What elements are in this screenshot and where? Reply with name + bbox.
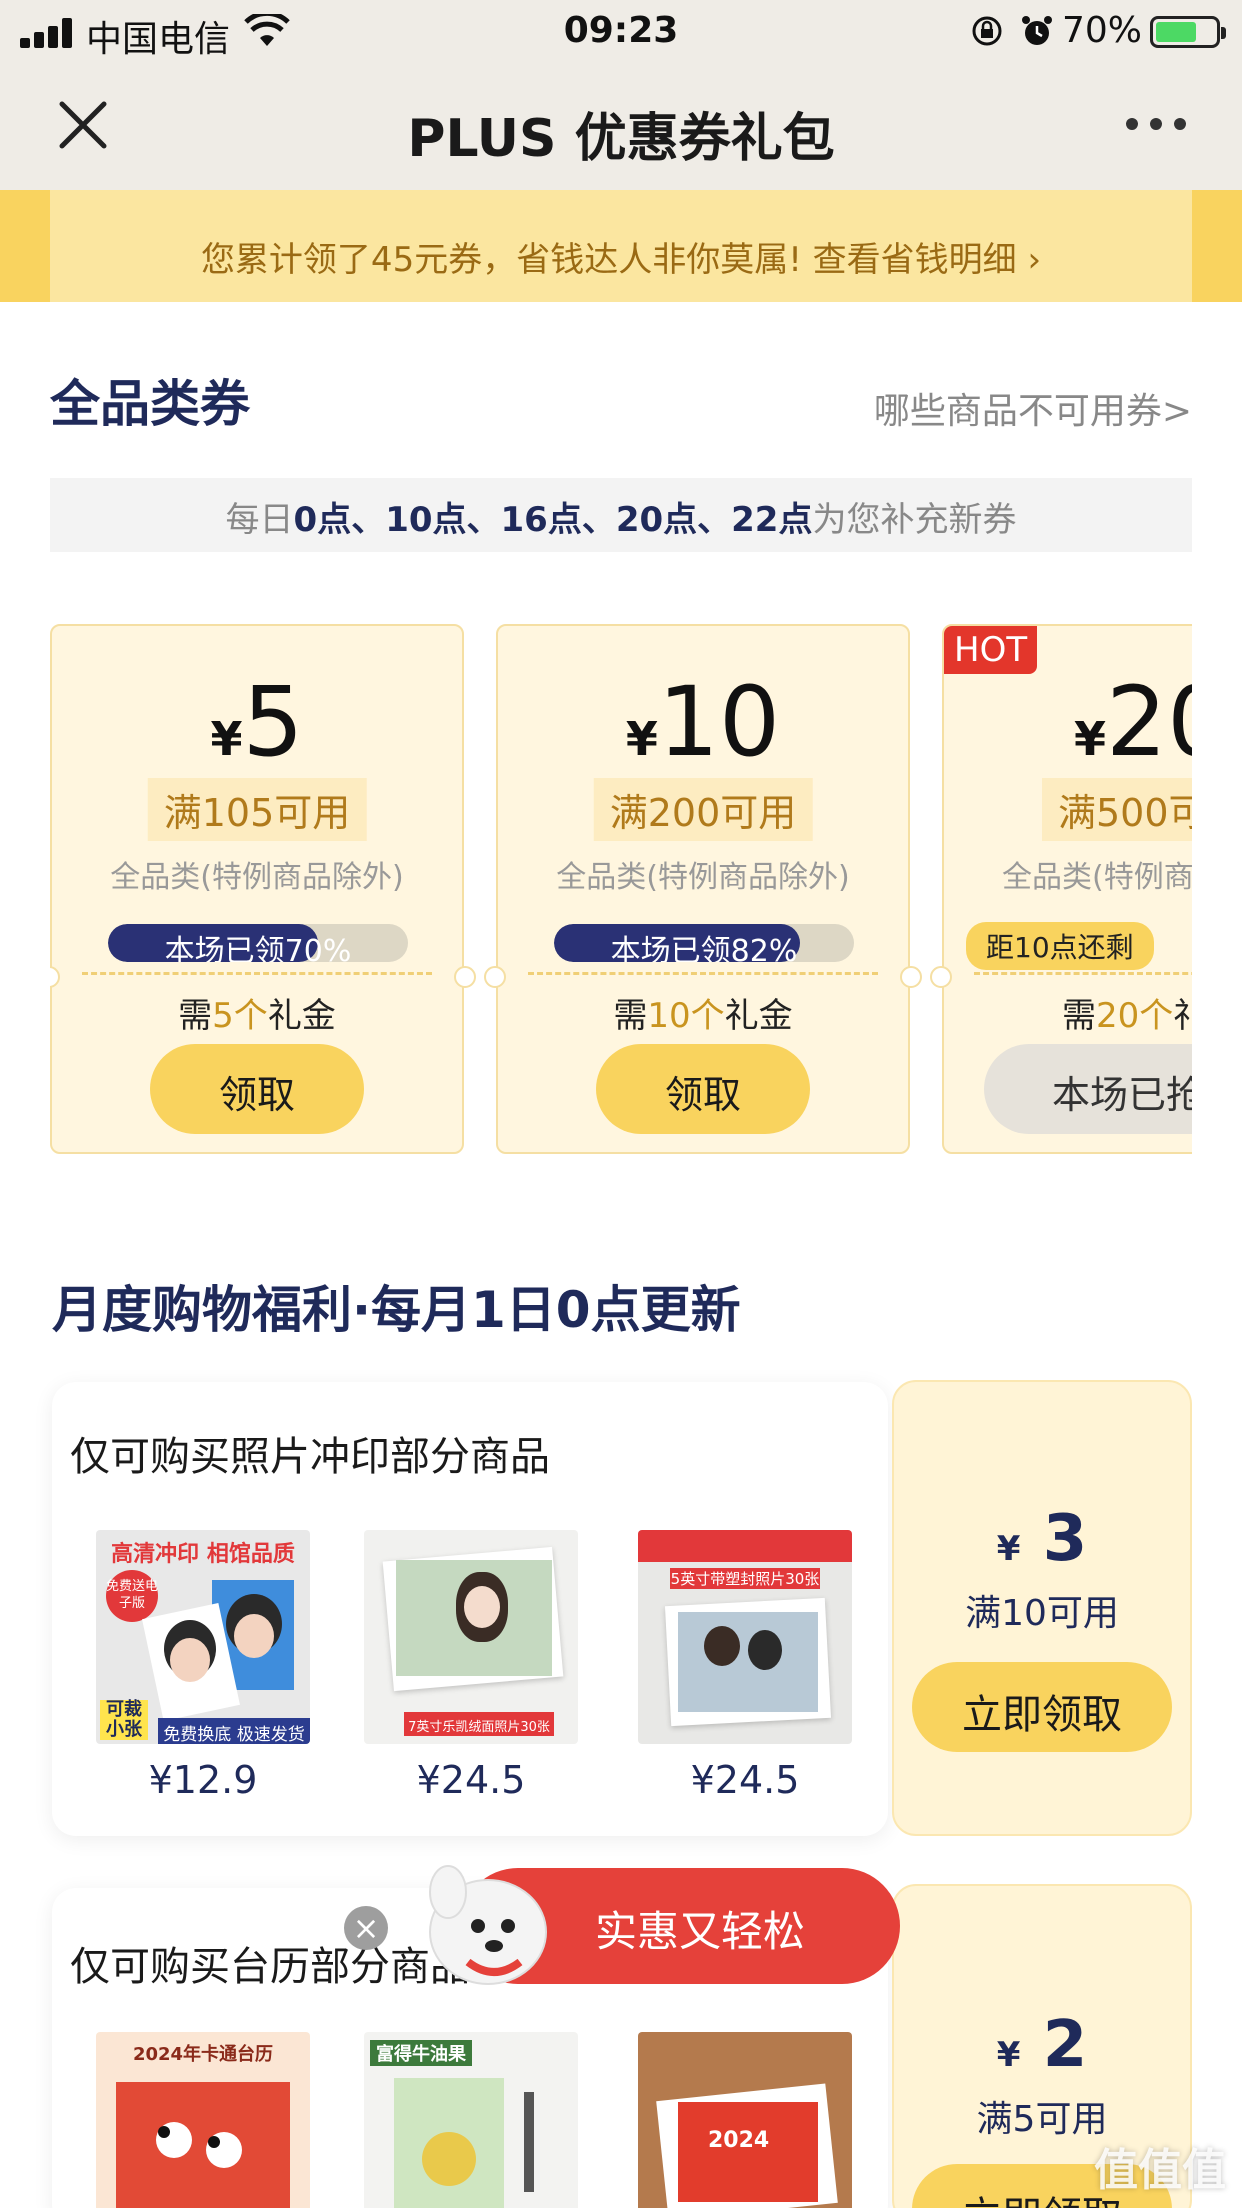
coupon-cost: 需10个礼金 (613, 996, 793, 1036)
product-item[interactable]: 2024 (638, 2032, 852, 2208)
refill-times: 0点、10点、16点、20点、22点 (293, 500, 813, 540)
coupon-amount: ¥ 3 (996, 1502, 1088, 1576)
rotation-lock-icon (972, 16, 1002, 46)
refill-suffix: 为您补充新券 (812, 500, 1017, 540)
countdown-badge: 距10点还剩 (966, 922, 1154, 970)
unavailable-products-link[interactable]: 哪些商品不可用券> (874, 382, 1192, 434)
product-image: 高清冲印 相馆品质 免费送电子版 可裁小张 免费换底 极速发货 (96, 1530, 310, 1744)
claim-button[interactable]: 领取 (150, 1044, 364, 1134)
sold-out-button[interactable]: 本场已抢 (984, 1044, 1192, 1134)
coupon-carousel[interactable]: ¥5 满105可用 全品类(特例商品除外) 本场已领70% 需5个礼金 领取 ¥… (50, 624, 1192, 1154)
section-title-monthly: 月度购物福利·每月1日0点更新 (52, 1281, 741, 1339)
claim-button[interactable]: 领取 (596, 1044, 810, 1134)
claimed-progress-bar: 本场已领70% (108, 924, 408, 962)
joy-dog-mascot-icon (429, 1865, 547, 1985)
coupon-amount: ¥10 (625, 666, 781, 778)
page-title: PLUS 优惠券礼包 (407, 109, 835, 169)
monthly-card-photo: 仅可购买照片冲印部分商品 高清冲印 相馆品质 免费送电子版 可裁小张 免费换底 … (52, 1382, 888, 1836)
status-bar: 中国电信 09:23 70% (0, 0, 1242, 62)
coupon-cost: 需5个礼金 (178, 996, 336, 1036)
product-price: ¥12.9 (148, 1758, 258, 1802)
coupon-scope: 全品类(特例商品除外) (110, 860, 404, 895)
savings-banner-text: 您累计领了45元券，省钱达人非你莫属! 查看省钱明细 › (50, 190, 1192, 302)
alarm-icon (1022, 16, 1052, 45)
claimed-progress-text: 本场已领82% (610, 934, 798, 962)
coupon-condition: 满105可用 (147, 778, 367, 841)
coupon-condition: 满500可 (1042, 778, 1192, 841)
claimed-progress-text: 本场已领70% (164, 934, 352, 962)
clock: 09:23 (563, 10, 679, 51)
coupon-scope: 全品类(特例商 (1002, 860, 1192, 895)
coupon-amount: ¥5 (210, 666, 304, 778)
coupon-scope: 全品类(特例商品除外) (556, 860, 850, 895)
product-item[interactable]: 富得牛油果 (364, 2032, 578, 2208)
card-title: 仅可购买照片冲印部分商品 (70, 1434, 550, 1480)
refill-prefix: 每日 (225, 500, 294, 540)
product-image: 2024 (638, 2032, 852, 2208)
savings-banner[interactable]: 您累计领了45元券，省钱达人非你莫属! 查看省钱明细 › (0, 190, 1242, 302)
product-image: 富得牛油果 (364, 2032, 578, 2208)
coupon-condition: 满200可用 (593, 778, 813, 841)
product-item[interactable]: 高清冲印 相馆品质 免费送电子版 可裁小张 免费换底 极速发货 ¥12.9 (96, 1530, 310, 1802)
promo-text: 实惠又轻松 (594, 1907, 805, 1956)
battery-icon (1150, 16, 1226, 48)
watermark: 值值值 (1094, 2145, 1226, 2196)
claim-now-button[interactable]: 立即领取 (912, 1662, 1172, 1752)
coupon-card: ¥10 满200可用 全品类(特例商品除外) 本场已领82% 需10个礼金 领取 (484, 624, 922, 1154)
coupon-card: ¥5 满105可用 全品类(特例商品除外) 本场已领70% 需5个礼金 领取 (50, 624, 476, 1154)
battery-percent: 70% (1061, 10, 1142, 51)
product-image: 5英寸带塑封照片30张 (638, 1530, 852, 1744)
claimed-progress-bar: 本场已领82% (554, 924, 854, 962)
promo-close-icon[interactable]: × (344, 1906, 388, 1950)
more-icon[interactable] (1126, 116, 1186, 132)
product-item[interactable]: 5英寸带塑封照片30张 ¥24.5 (638, 1530, 852, 1802)
coupon-condition: 满10可用 (965, 1593, 1119, 1634)
hot-badge: HOT (944, 626, 1038, 674)
coupon-amount: ¥ 2 (996, 2008, 1088, 2082)
coupon-card: HOT ¥20 满500可 全品类(特例商 距10点还剩 需20个礼 本场已抢 (930, 624, 1192, 1154)
product-price: ¥24.5 (690, 1758, 800, 1802)
top-bar: 中国电信 09:23 70% PLUS 优惠券礼包 (0, 0, 1242, 190)
product-price: ¥24.5 (416, 1758, 526, 1802)
product-item[interactable]: 2024年卡通台历 (96, 2032, 310, 2208)
monthly-coupon-photo: ¥ 3 满10可用 立即领取 (892, 1380, 1192, 1836)
coupon-amount: ¥20 (1074, 666, 1192, 778)
coupon-cost: 需20个礼 (1062, 996, 1192, 1036)
product-image: 2024年卡通台历 (96, 2032, 310, 2208)
product-image: 7英寸乐凯绒面照片30张 (364, 1530, 578, 1744)
section-title-all-category: 全品类券 (50, 375, 250, 433)
product-item[interactable]: 7英寸乐凯绒面照片30张 ¥24.5 (364, 1530, 578, 1802)
refill-notice: 每日0点、10点、16点、20点、22点为您补充新券 (50, 478, 1192, 552)
